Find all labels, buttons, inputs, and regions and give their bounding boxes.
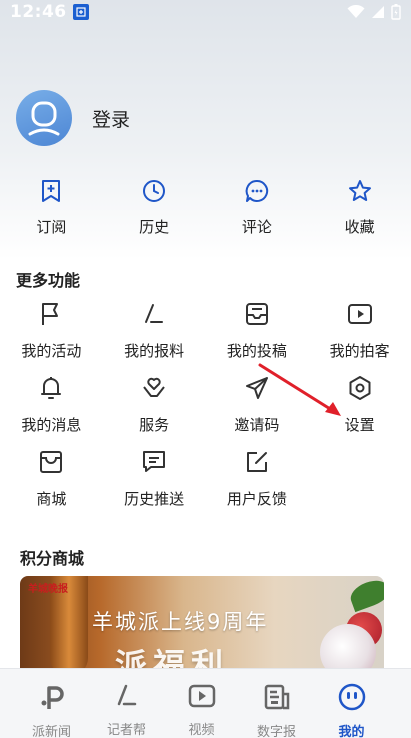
points-mall-title: 积分商城 [20, 549, 85, 568]
banner-headline: 羊城派上线9周年 [92, 610, 269, 634]
func-mall[interactable]: 商城 [0, 448, 103, 522]
tab-label: 我的 [338, 725, 365, 738]
points-mall-banner[interactable]: 羊城晚报 羊城派上线9周年 派福利 [20, 576, 384, 676]
status-bar: 12:46 [0, 0, 411, 24]
quick-action-label: 订阅 [36, 218, 67, 236]
func-my-messages[interactable]: 我的消息 [0, 374, 103, 448]
bottom-tab-bar: 派新闻 记者帮 视频 数字报 我的 [0, 668, 411, 738]
paper-plane-icon [243, 374, 271, 402]
quick-action-label: 历史 [139, 218, 170, 236]
bell-icon [37, 374, 65, 402]
app-notification-icon [72, 4, 89, 20]
tab-reporter-help[interactable]: 记者帮 [89, 669, 164, 738]
tab-news[interactable]: 派新闻 [14, 669, 89, 738]
video-play-icon [188, 683, 216, 709]
banner-brand-logo: 羊城晚报 [28, 584, 68, 595]
shop-box-icon [37, 448, 65, 476]
quick-action-history[interactable]: 历史 [103, 178, 206, 237]
profile-header[interactable]: 登录 [16, 90, 130, 146]
tab-label: 视频 [188, 723, 215, 738]
quick-action-label: 评论 [241, 218, 272, 236]
func-label: 我的消息 [21, 416, 82, 434]
status-indicators [347, 4, 401, 20]
tab-label: 数字报 [256, 725, 296, 738]
quick-action-comments[interactable]: 评论 [206, 178, 309, 237]
star-icon [347, 178, 373, 204]
avatar[interactable] [16, 90, 72, 146]
func-invite-code[interactable]: 邀请码 [206, 374, 309, 448]
quick-actions: 订阅 历史 评论 收藏 [0, 178, 411, 237]
func-settings[interactable]: 设置 [308, 374, 411, 448]
bookmark-plus-icon [38, 178, 64, 204]
default-user-icon [28, 101, 60, 136]
inbox-icon [243, 300, 271, 328]
banner-leaf [347, 576, 384, 613]
battery-icon [391, 4, 401, 20]
signal-icon [372, 6, 384, 18]
func-label: 历史推送 [124, 490, 185, 508]
func-label: 我的投稿 [226, 342, 287, 360]
tab-digital-paper[interactable]: 数字报 [239, 669, 314, 738]
wifi-icon [347, 5, 365, 18]
tab-video[interactable]: 视频 [164, 669, 239, 738]
func-services[interactable]: 服务 [103, 374, 206, 448]
func-label: 我的活动 [21, 342, 82, 360]
login-link[interactable]: 登录 [92, 105, 130, 132]
quick-action-subscribe[interactable]: 订阅 [0, 178, 103, 237]
func-label: 设置 [344, 416, 375, 434]
tab-label: 记者帮 [106, 723, 146, 738]
more-functions-grid: 我的活动 我的报料 我的投稿 我的拍客 我的消息 服务 邀请码 设置 商城 历史… [0, 300, 411, 522]
quick-action-label: 收藏 [344, 218, 375, 236]
func-my-submissions[interactable]: 我的投稿 [206, 300, 309, 374]
p-logo-icon [38, 683, 66, 711]
func-label: 邀请码 [234, 416, 280, 434]
tab-label: 派新闻 [31, 725, 71, 738]
func-label: 用户反馈 [226, 490, 287, 508]
func-feedback[interactable]: 用户反馈 [206, 448, 309, 522]
status-time: 12:46 [10, 2, 67, 22]
hexagon-gear-icon [346, 374, 374, 402]
pen-slash-icon [140, 300, 168, 328]
flag-icon [37, 300, 65, 328]
pen-slash-icon [113, 683, 141, 709]
func-push-history[interactable]: 历史推送 [103, 448, 206, 522]
clock-icon [141, 178, 167, 204]
tab-mine[interactable]: 我的 [314, 669, 389, 738]
func-my-reporter[interactable]: 我的拍客 [308, 300, 411, 374]
func-label: 服务 [139, 416, 170, 434]
func-label: 商城 [36, 490, 67, 508]
func-label: 我的报料 [124, 342, 185, 360]
more-functions-title: 更多功能 [16, 271, 81, 290]
newspaper-icon [263, 683, 291, 711]
quick-action-favorites[interactable]: 收藏 [308, 178, 411, 237]
func-my-reports[interactable]: 我的报料 [103, 300, 206, 374]
comment-icon [244, 178, 270, 204]
func-my-activities[interactable]: 我的活动 [0, 300, 103, 374]
func-label: 我的拍客 [329, 342, 390, 360]
message-lines-icon [140, 448, 168, 476]
edit-square-icon [243, 448, 271, 476]
face-icon [338, 683, 366, 711]
heart-hands-icon [140, 374, 168, 402]
video-play-icon [346, 300, 374, 328]
